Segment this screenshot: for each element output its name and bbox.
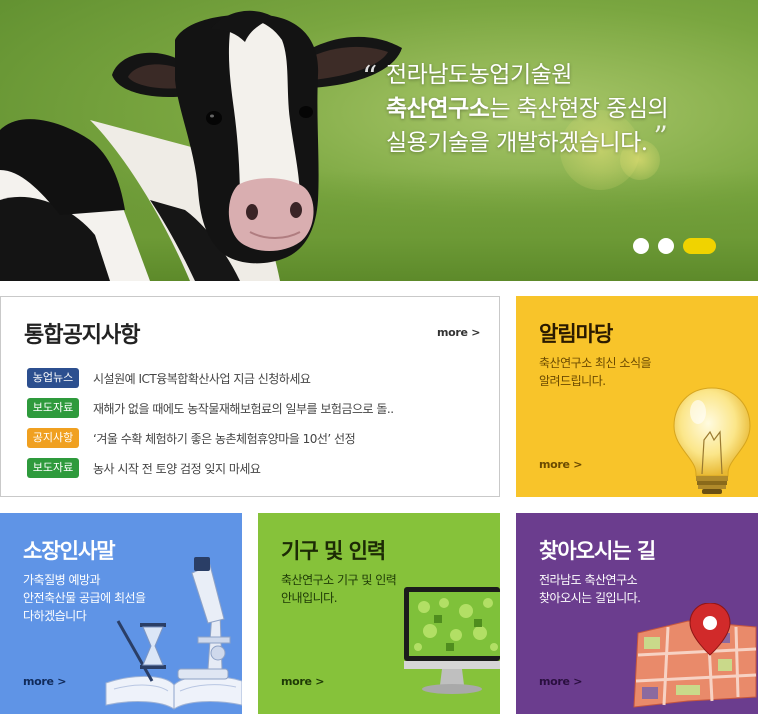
notice-list: 농업뉴스 시설원예 ICT융복합확산사업 지금 신청하세요 보도자료 재해가 없…	[27, 363, 394, 483]
notice-item-text[interactable]: 재해가 없을 때에도 농작물재해보험료의 일부를 보험금으로 돌..	[93, 400, 394, 417]
hero-line-2: 축산연구소는 축산현장 중심의	[362, 92, 669, 126]
tile-more-link[interactable]: more >	[23, 675, 66, 688]
directions-tile[interactable]: 찾아오시는 길 전라남도 축산연구소 찾아오시는 길입니다. more >	[516, 513, 758, 714]
tile-description-line: 축산연구소 최신 소식을	[539, 356, 652, 370]
close-quote-mark: ”	[653, 120, 668, 153]
list-item[interactable]: 공지사항 ‘겨울 수확 체험하기 좋은 농촌체험휴양마을 10선’ 선정	[27, 423, 394, 453]
tile-description-line: 전라남도 축산연구소	[539, 573, 638, 587]
tile-title: 기구 및 인력	[281, 539, 386, 563]
tile-title: 알림마당	[539, 322, 613, 346]
category-badge: 보도자료	[27, 398, 79, 418]
hero-banner: “ 전라남도농업기술원 축산연구소는 축산현장 중심의 실용기술을 개발하겠습니…	[0, 0, 758, 281]
notice-title: 통합공지사항	[24, 323, 140, 348]
tile-description-line: 찾아오시는 길입니다.	[539, 591, 641, 605]
hero-line-3: 실용기술을 개발하겠습니다.”	[362, 120, 668, 160]
tile-more-link[interactable]: more >	[539, 458, 582, 471]
notice-item-text[interactable]: 농사 시작 전 토양 검정 잊지 마세요	[93, 460, 261, 477]
list-item[interactable]: 보도자료 재해가 없을 때에도 농작물재해보험료의 일부를 보험금으로 돌..	[27, 393, 394, 423]
director-greeting-tile[interactable]: 소장인사말 가축질병 예방과 안전축산물 공급에 최선을 다하겠습니다 more…	[0, 513, 242, 714]
slide-dot-1[interactable]	[633, 238, 649, 254]
notice-item-text[interactable]: ‘겨울 수확 체험하기 좋은 농촌체험휴양마을 10선’ 선정	[93, 430, 356, 447]
list-item[interactable]: 농업뉴스 시설원예 ICT융복합확산사업 지금 신청하세요	[27, 363, 394, 393]
microscope-icon	[105, 557, 242, 710]
category-badge: 공지사항	[27, 428, 79, 448]
notice-more-link[interactable]: more >	[437, 326, 480, 339]
tile-more-link[interactable]: more >	[539, 675, 582, 688]
tile-description: 축산연구소 최신 소식을 알려드립니다.	[539, 354, 652, 390]
tile-description-line: 안내입니다.	[281, 591, 338, 605]
notice-yard-tile[interactable]: 알림마당 축산연구소 최신 소식을 알려드립니다. more >	[516, 296, 758, 497]
hero-highlight: 축산연구소	[386, 95, 490, 122]
slide-dot-3[interactable]	[683, 238, 716, 254]
tile-description: 전라남도 축산연구소 찾아오시는 길입니다.	[539, 571, 641, 607]
open-quote-mark: “	[362, 60, 378, 95]
calf-image	[0, 10, 402, 281]
tile-description-line: 축산연구소 기구 및 인력	[281, 573, 397, 587]
list-item[interactable]: 보도자료 농사 시작 전 토양 검정 잊지 마세요	[27, 453, 394, 483]
organization-staff-tile[interactable]: 기구 및 인력 축산연구소 기구 및 인력 안내입니다. more >	[258, 513, 500, 714]
slide-dot-2[interactable]	[658, 238, 674, 254]
map-pin-icon	[633, 603, 757, 708]
hero-line-3-text: 실용기술을 개발하겠습니다.	[386, 130, 648, 156]
monitor-icon	[404, 587, 500, 694]
tile-description-line: 알려드립니다.	[539, 374, 606, 388]
category-badge: 보도자료	[27, 458, 79, 478]
hero-line-1: 전라남도농업기술원	[386, 62, 572, 88]
category-badge: 농업뉴스	[27, 368, 79, 388]
hero-quote: “ 전라남도농업기술원 축산연구소는 축산현장 중심의 실용기술을 개발하겠습니…	[362, 58, 669, 160]
tile-more-link[interactable]: more >	[281, 675, 324, 688]
lightbulb-icon	[673, 387, 751, 494]
notice-board: 통합공지사항 more > 농업뉴스 시설원예 ICT융복합확산사업 지금 신청…	[0, 296, 500, 497]
slide-indicator	[633, 238, 716, 254]
hero-line-2-rest: 는 축산현장 중심의	[489, 96, 669, 122]
tile-title: 찾아오시는 길	[539, 539, 656, 563]
tile-description: 축산연구소 기구 및 인력 안내입니다.	[281, 571, 397, 607]
notice-item-text[interactable]: 시설원예 ICT융복합확산사업 지금 신청하세요	[93, 370, 311, 387]
